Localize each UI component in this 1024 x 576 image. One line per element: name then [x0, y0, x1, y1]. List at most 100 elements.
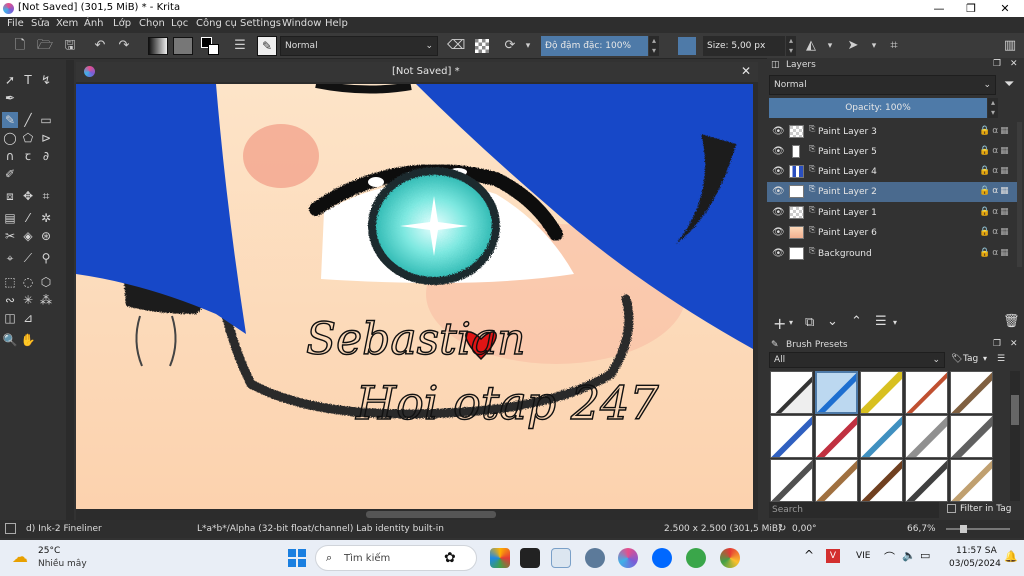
menu-filter[interactable]: Lọc: [171, 18, 188, 29]
battery-icon[interactable]: ▭: [920, 549, 930, 562]
smart-patch-icon[interactable]: ✂: [2, 228, 18, 244]
reference-tool-icon[interactable]: ⚲: [38, 250, 54, 266]
open-folder-icon[interactable]: 🗁: [37, 38, 53, 54]
assistant-tool-icon[interactable]: ⌖: [2, 250, 18, 266]
app-icon-copilot[interactable]: [490, 548, 510, 568]
taskbar-search-box[interactable]: ⌕ Tìm kiếm ✿: [315, 545, 477, 571]
chevron-down-icon[interactable]: ▾: [789, 318, 793, 327]
colorize-mask-icon[interactable]: ✲: [38, 210, 54, 226]
pattern-swatch[interactable]: [173, 37, 193, 55]
zoom-slider[interactable]: [946, 525, 1010, 533]
layer-row[interactable]: 👁 ⎘ Paint Layer 6 🔒α▦: [767, 223, 1021, 243]
rectangle-tool-icon[interactable]: ▭: [38, 112, 54, 128]
app-icon-zalo[interactable]: [652, 548, 672, 568]
brush-preset[interactable]: [770, 459, 813, 502]
preset-filter-select[interactable]: All ⌄: [769, 352, 945, 368]
brush-preset[interactable]: [905, 459, 948, 502]
layer-blend-mode-select[interactable]: Normal ⌄: [769, 75, 996, 95]
brush-preset[interactable]: [860, 415, 903, 458]
preset-search-input[interactable]: Search: [769, 502, 939, 518]
layer-row[interactable]: 👁 ⎘ Paint Layer 3 🔒α▦: [767, 122, 1021, 142]
layer-lock-alpha-icons[interactable]: 🔒α▦: [979, 248, 1011, 258]
flow-swatch[interactable]: [678, 37, 696, 55]
brush-preset[interactable]: [770, 415, 813, 458]
rect-select-icon[interactable]: ⬚: [2, 274, 18, 290]
drawing-canvas[interactable]: Sebastian Hoi otap 247: [76, 84, 753, 509]
select-shapes-icon[interactable]: ➚: [2, 72, 18, 88]
menu-settings[interactable]: Settings: [240, 18, 281, 29]
brush-preset[interactable]: [950, 415, 993, 458]
brush-preset[interactable]: [815, 459, 858, 502]
tag-icon[interactable]: 🏷: [951, 354, 962, 364]
scrollbar-thumb[interactable]: [1011, 395, 1019, 425]
multibrush-icon[interactable]: ✐: [2, 166, 18, 182]
eye-icon[interactable]: 👁: [772, 126, 785, 137]
transform-tool-icon[interactable]: ⧈: [2, 188, 18, 204]
layers-scrollbar[interactable]: [1017, 122, 1022, 267]
layer-row[interactable]: 👁 ⎘ Paint Layer 5 🔒α▦: [767, 142, 1021, 162]
brush-preset[interactable]: [770, 371, 813, 414]
brush-preset-selected[interactable]: [815, 371, 858, 414]
eye-icon[interactable]: 👁: [772, 166, 785, 177]
eye-icon[interactable]: 👁: [772, 146, 785, 157]
opacity-slider[interactable]: Độ đậm đặc: 100%: [541, 36, 648, 56]
layer-lock-alpha-icons[interactable]: 🔒α▦: [979, 227, 1011, 237]
brush-preset[interactable]: [860, 459, 903, 502]
close-panel-icon[interactable]: ✕: [1010, 59, 1018, 69]
brush-preset[interactable]: [950, 371, 993, 414]
chevron-up-icon[interactable]: ^: [804, 548, 814, 562]
notification-bell-icon[interactable]: 🔔: [1004, 550, 1018, 563]
crop-icon[interactable]: ⌗: [886, 38, 902, 54]
polygon-select-icon[interactable]: ⬡: [38, 274, 54, 290]
reload-icon[interactable]: ⟳: [502, 38, 518, 54]
brush-preset-icon[interactable]: ✎: [257, 36, 277, 56]
polyline-tool-icon[interactable]: ⊳: [38, 130, 54, 146]
eraser-icon[interactable]: ⌫: [447, 38, 465, 54]
brush-preset[interactable]: [905, 371, 948, 414]
alpha-lock-icon[interactable]: [475, 39, 489, 53]
app-icon-photos[interactable]: [551, 548, 571, 568]
layer-opacity-spinner[interactable]: ▴ ▾: [988, 98, 998, 118]
opacity-spinner[interactable]: ▴ ▾: [649, 36, 659, 56]
move-tool-icon[interactable]: ✥: [20, 188, 36, 204]
new-document-icon[interactable]: 🗋: [12, 38, 28, 54]
undo-icon[interactable]: ↶: [92, 38, 108, 54]
calligraphy-icon[interactable]: ✒: [2, 90, 18, 106]
brush-preset[interactable]: [905, 415, 948, 458]
minimize-button[interactable]: —: [922, 0, 956, 17]
maximize-button[interactable]: ❐: [954, 0, 988, 17]
gradient-tool-icon[interactable]: ▤: [2, 210, 18, 226]
presets-scrollbar[interactable]: [1010, 371, 1020, 501]
eye-icon[interactable]: 👁: [772, 248, 785, 259]
app-icon-wechat[interactable]: [686, 548, 706, 568]
chevron-down-icon[interactable]: ▾: [983, 354, 987, 363]
chevron-down-icon[interactable]: ▾: [520, 38, 536, 54]
close-panel-icon[interactable]: ✕: [1010, 339, 1018, 349]
save-icon[interactable]: 🖫: [62, 38, 78, 54]
layer-lock-alpha-icons[interactable]: 🔒α▦: [979, 166, 1011, 176]
redo-icon[interactable]: ↷: [116, 38, 132, 54]
layer-lock-alpha-icons[interactable]: 🔒α▦: [979, 146, 1011, 156]
close-document-button[interactable]: ✕: [741, 64, 751, 78]
fg-bg-color-selector[interactable]: [201, 37, 219, 55]
similar-select-icon[interactable]: ⁂: [38, 292, 54, 308]
freehand-path-icon[interactable]: ꞇ: [20, 148, 36, 164]
add-layer-icon[interactable]: +: [773, 314, 786, 333]
volume-icon[interactable]: 🔈: [902, 549, 916, 562]
close-window-button[interactable]: ✕: [988, 0, 1022, 17]
wrap-around-icon[interactable]: ➤: [845, 38, 861, 54]
filter-in-tag-checkbox[interactable]: [947, 504, 956, 513]
enclose-fill-icon[interactable]: ⊛: [38, 228, 54, 244]
brush-preset[interactable]: [815, 415, 858, 458]
eye-icon[interactable]: 👁: [772, 227, 785, 238]
brush-size-slider[interactable]: Size: 5,00 px: [703, 36, 785, 56]
eye-icon[interactable]: 👁: [772, 207, 785, 218]
mirror-horizontal-icon[interactable]: ◭: [803, 38, 819, 54]
chevron-down-icon[interactable]: ▾: [893, 318, 897, 327]
brush-preset[interactable]: [950, 459, 993, 502]
zoom-slider-handle[interactable]: [960, 525, 967, 533]
freehand-select-icon[interactable]: ∾: [2, 292, 18, 308]
view-options-icon[interactable]: ☰: [997, 354, 1005, 364]
layer-opacity-slider[interactable]: Opacity: 100%: [769, 98, 987, 118]
eye-icon[interactable]: 👁: [772, 186, 785, 197]
